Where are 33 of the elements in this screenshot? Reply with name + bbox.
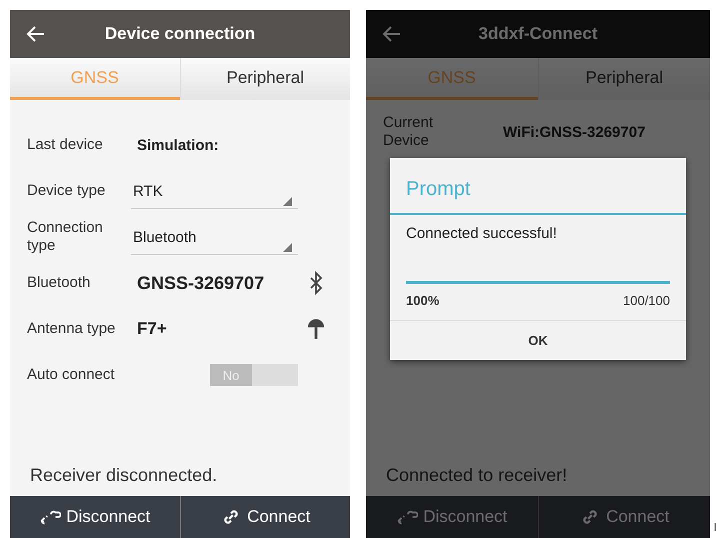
progress-percent: 100% xyxy=(406,293,440,308)
field-value: Simulation: xyxy=(137,136,220,154)
connect-button[interactable]: Connect xyxy=(180,496,350,538)
back-arrow-icon[interactable] xyxy=(26,24,46,44)
status-message: Receiver disconnected. xyxy=(29,465,218,487)
status-message: Connected to receiver! xyxy=(385,465,568,487)
field-value: GNSS-3269707 xyxy=(137,272,266,294)
dialog-title: Prompt xyxy=(390,158,686,215)
screen-title: Device connection xyxy=(104,24,256,44)
field-label: Antenna type xyxy=(27,320,116,338)
field-value: F7+ xyxy=(137,319,168,339)
back-arrow-icon[interactable] xyxy=(382,24,402,44)
ok-button[interactable]: OK xyxy=(390,320,686,360)
progress-count: 100/100 xyxy=(623,293,670,308)
broken-link-icon xyxy=(396,508,418,526)
dropdown-arrow-icon xyxy=(283,243,292,252)
field-label: Auto connect xyxy=(27,366,116,384)
field-value: WiFi:GNSS-3269707 xyxy=(503,124,646,140)
edge-text: l xyxy=(713,522,716,536)
tab[interactable]: Peripheral xyxy=(180,58,350,100)
dropdown-arrow-icon xyxy=(283,197,292,206)
dropdown[interactable]: RTK xyxy=(131,173,298,209)
screen-title: 3ddxf-Connect xyxy=(478,24,598,44)
dialog-message: Connected successful! xyxy=(405,224,558,244)
field-label: Current Device xyxy=(383,114,434,150)
broken-link-icon xyxy=(39,508,62,526)
disconnect-button[interactable]: Disconnect xyxy=(10,496,180,538)
field-label: Last device xyxy=(27,136,104,154)
field-label: Device type xyxy=(27,182,106,200)
field-label: Bluetooth xyxy=(27,274,92,292)
dropdown[interactable]: Bluetooth xyxy=(131,219,298,255)
antenna-icon[interactable] xyxy=(307,317,325,341)
field-label: Connection type xyxy=(27,219,104,255)
